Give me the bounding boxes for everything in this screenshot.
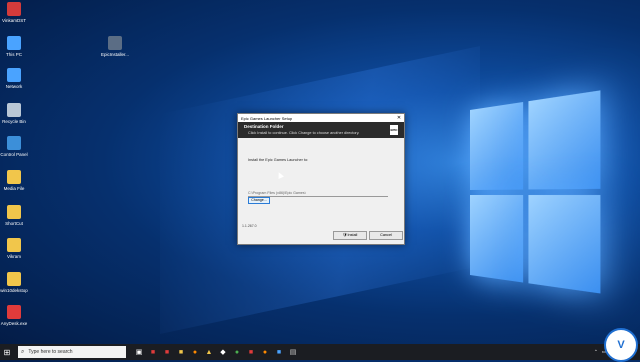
network-icon (7, 68, 21, 82)
app-icon[interactable]: ● (258, 344, 272, 360)
chrome-icon[interactable]: ● (230, 344, 244, 360)
app-icon[interactable]: ◆ (216, 344, 230, 360)
desktop-icon[interactable]: Recycle Bin (0, 103, 28, 124)
dialog-header: Destination Folder Click Install to cont… (238, 122, 404, 138)
header-subtitle: Click Install to continue. Click Change … (248, 131, 360, 135)
install-path-field[interactable]: C:\Program Files (x86)\Epic Games\ (248, 190, 388, 197)
app-icon (7, 2, 21, 16)
folder-icon (7, 170, 21, 184)
folder-icon (7, 272, 21, 286)
control-panel-icon (7, 136, 21, 150)
epic-logo-icon: EPIC (390, 125, 398, 135)
install-button[interactable]: 🛡Install (333, 231, 367, 240)
desktop-icon[interactable]: Vikram (0, 238, 28, 259)
desktop-icon[interactable]: AnyDesk.exe (0, 305, 28, 326)
computer-icon (7, 36, 21, 50)
desktop-icon[interactable]: VinkamDST (0, 2, 28, 23)
file-explorer-icon[interactable]: ■ (174, 344, 188, 360)
install-location-label: Install the Epic Games Launcher to: (248, 158, 309, 162)
taskbar-apps: ▣ ■ ■ ■ ● ▲ ◆ ● ■ ● ■ ▤ (132, 344, 300, 360)
cancel-button[interactable]: Cancel (369, 231, 403, 240)
desktop-icon[interactable]: This PC (0, 36, 28, 57)
installer-icon[interactable]: ▤ (286, 344, 300, 360)
app-icon[interactable]: ■ (160, 344, 174, 360)
chevron-up-icon[interactable]: ⌃ (594, 349, 598, 355)
change-button[interactable]: Change... (248, 197, 270, 204)
anydesk-icon (7, 305, 21, 319)
header-title: Destination Folder (244, 124, 284, 129)
app-icon[interactable]: ▲ (202, 344, 216, 360)
desktop-icon[interactable]: win10dekstop (0, 272, 28, 293)
installer-icon (108, 36, 122, 50)
desktop-icon[interactable]: ShortCut (0, 205, 28, 226)
watermark-logo: V (604, 328, 638, 362)
dialog-body: Install the Epic Games Launcher to: C:\P… (238, 138, 404, 244)
close-icon[interactable]: ✕ (394, 115, 404, 121)
search-box[interactable]: ⌕ Type here to search (18, 346, 126, 358)
folder-icon (7, 205, 21, 219)
taskbar: ⊞ ⌕ Type here to search ▣ ■ ■ ■ ● ▲ ◆ ● … (0, 344, 640, 360)
dialog-titlebar: Epic Games Launcher Setup ✕ (238, 114, 404, 122)
desktop-icon[interactable]: Network (0, 68, 28, 89)
wallpaper-windows-logo (470, 90, 601, 299)
dialog-title: Epic Games Launcher Setup (241, 115, 293, 121)
firefox-icon[interactable]: ● (188, 344, 202, 360)
desktop-icon[interactable]: Control Panel (0, 136, 28, 157)
setup-dialog: Epic Games Launcher Setup ✕ Destination … (237, 113, 405, 245)
task-view-icon[interactable]: ▣ (132, 344, 146, 360)
app-icon[interactable]: ■ (244, 344, 258, 360)
recycle-bin-icon (7, 103, 21, 117)
search-icon: ⌕ (21, 348, 25, 355)
app-icon[interactable]: ■ (146, 344, 160, 360)
folder-icon (7, 238, 21, 252)
app-icon[interactable]: ■ (272, 344, 286, 360)
desktop-icon[interactable]: Media File (0, 170, 28, 191)
start-button[interactable]: ⊞ (0, 344, 14, 360)
version-label: 1.1.267.0 (242, 224, 257, 228)
desktop-icon-installer[interactable]: EpicInstaller... (100, 36, 130, 57)
